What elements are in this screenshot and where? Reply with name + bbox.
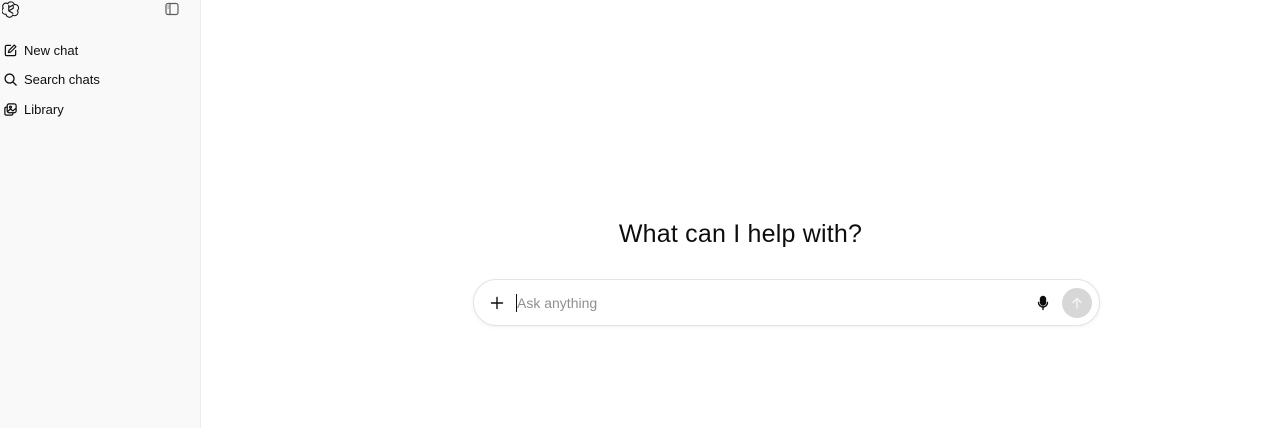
new-chat-button[interactable]: New chat — [0, 37, 196, 63]
sidebar-toggle-icon[interactable] — [164, 1, 180, 17]
plus-icon[interactable] — [488, 294, 506, 312]
nav-item-label: New chat — [24, 42, 79, 58]
nav-item-label: Library — [24, 101, 64, 117]
edit-icon — [2, 42, 18, 58]
nav-item-label: Search chats — [24, 71, 100, 87]
microphone-icon[interactable] — [1034, 294, 1052, 312]
prompt-input[interactable] — [517, 290, 1017, 316]
search-chats-button[interactable]: Search chats — [0, 66, 196, 92]
library-button[interactable]: Library — [0, 96, 196, 122]
search-icon — [2, 71, 18, 87]
page-title: What can I help with? — [618, 220, 863, 248]
sidebar: New chat Search chats Library — [0, 0, 201, 428]
send-button[interactable] — [1062, 288, 1092, 318]
app-window: New chat Search chats Library What can I… — [0, 0, 1280, 428]
arrow-up-icon — [1072, 297, 1082, 309]
images-icon — [2, 101, 18, 117]
sidebar-header — [0, 0, 200, 18]
main-panel: What can I help with? — [201, 0, 1280, 428]
prompt-composer[interactable] — [473, 279, 1100, 326]
openai-logo-icon[interactable] — [1, 0, 20, 18]
